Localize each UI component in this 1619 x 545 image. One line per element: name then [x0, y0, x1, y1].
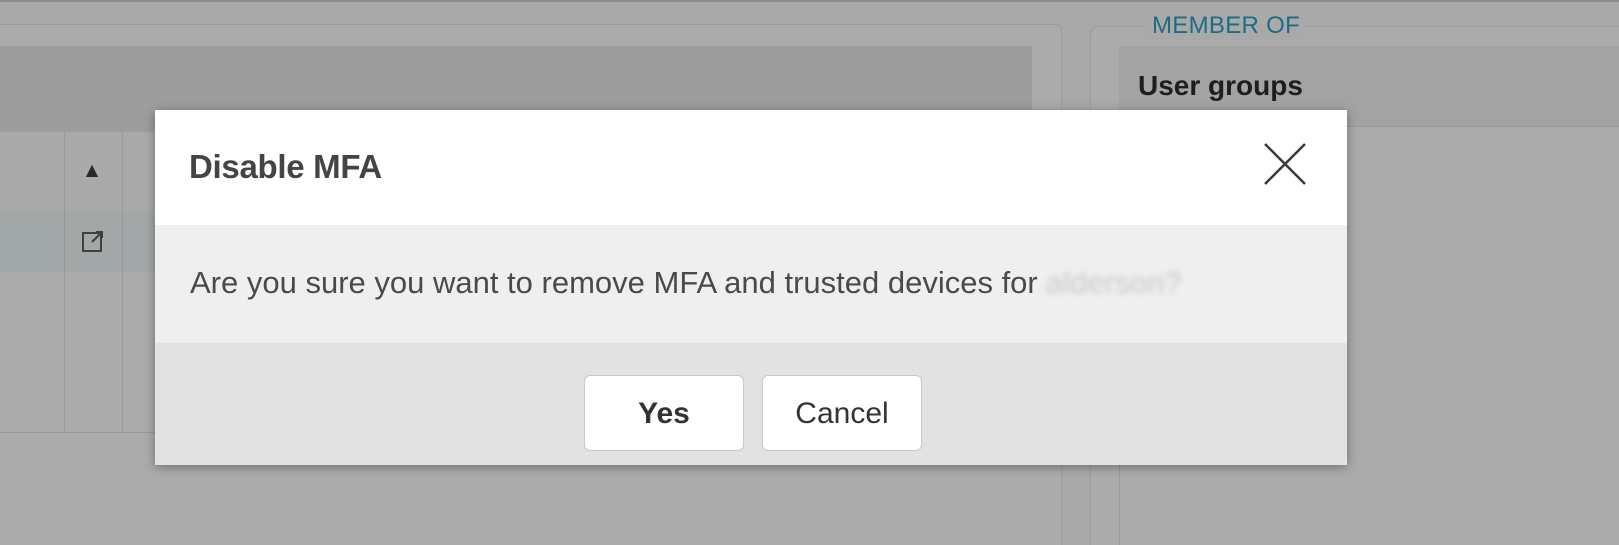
column-separator	[122, 132, 123, 432]
dialog-footer: Yes Cancel	[155, 343, 1347, 465]
redacted-username: alderson?	[1045, 265, 1182, 300]
external-link-icon-graphic	[82, 231, 103, 252]
sort-ascending-icon[interactable]: ▲	[80, 158, 104, 182]
yes-button[interactable]: Yes	[584, 375, 744, 451]
dialog-title: Disable MFA	[189, 148, 382, 185]
member-of-legend: MEMBER OF	[1146, 12, 1307, 40]
app-window: ▲ MEMBER OF User groups Disable MFA Are …	[0, 0, 1619, 545]
external-link-icon[interactable]	[80, 228, 106, 254]
top-border	[0, 0, 1619, 2]
column-separator	[64, 132, 65, 432]
close-icon[interactable]	[1261, 140, 1309, 188]
disable-mfa-dialog: Disable MFA Are you sure you want to rem…	[155, 110, 1347, 465]
dialog-header: Disable MFA	[155, 110, 1347, 225]
user-groups-label: User groups	[1138, 70, 1303, 101]
dialog-body: Are you sure you want to remove MFA and …	[155, 225, 1347, 343]
dialog-message-text: Are you sure you want to remove MFA and …	[190, 265, 1038, 300]
cancel-button[interactable]: Cancel	[762, 375, 922, 451]
dialog-message: Are you sure you want to remove MFA and …	[190, 265, 1182, 301]
